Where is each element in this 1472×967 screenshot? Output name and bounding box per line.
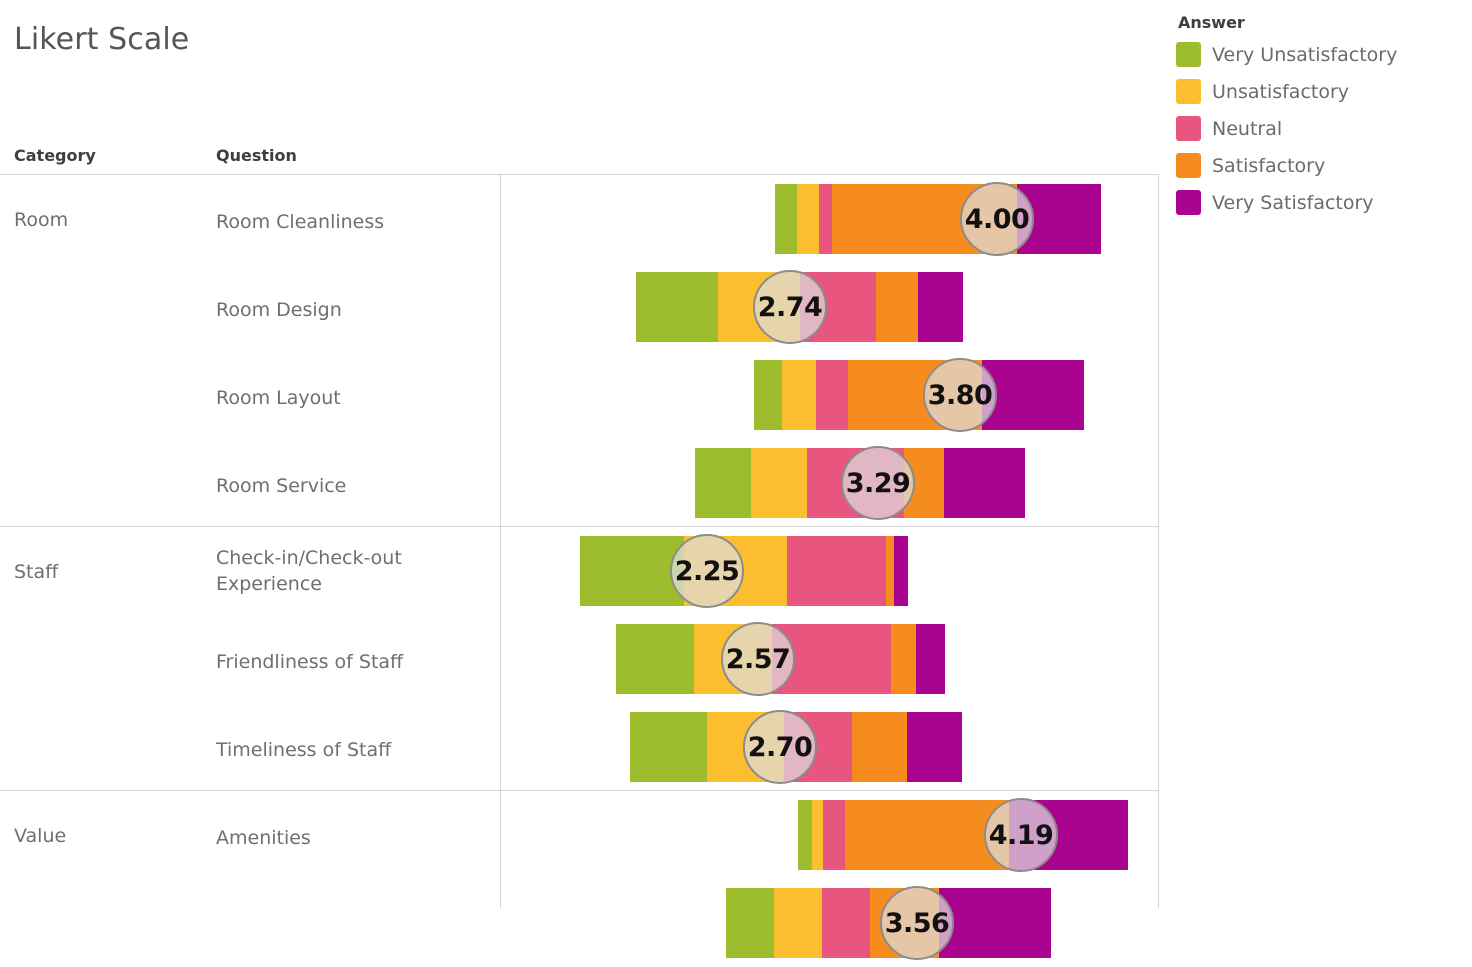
legend: Answer Very Unsatisfactory Unsatisfactory… <box>1176 13 1466 221</box>
bar-segment-neutral[interactable] <box>816 360 848 430</box>
bar-segment-very-satisfactory[interactable] <box>916 624 945 694</box>
plot-area-left-divider <box>500 174 501 908</box>
bar-segment-satisfactory[interactable] <box>852 712 907 782</box>
legend-swatch-icon <box>1176 153 1201 178</box>
stacked-bar[interactable] <box>775 184 1101 254</box>
column-header-category: Category <box>14 146 96 165</box>
legend-item[interactable]: Satisfactory <box>1176 147 1466 184</box>
bar-segment-very-satisfactory[interactable] <box>894 536 908 606</box>
table-row[interactable]: Timeliness of Staff 2.70 <box>0 703 1159 791</box>
table-row[interactable]: Room Layout 3.80 <box>0 351 1159 439</box>
bar-segment-neutral[interactable] <box>822 888 870 958</box>
legend-item-label: Very Satisfactory <box>1212 191 1374 214</box>
bar-segment-satisfactory[interactable] <box>886 536 894 606</box>
column-header-question: Question <box>216 146 297 165</box>
column-header-row: Category Question <box>0 146 1159 174</box>
legend-title: Answer <box>1178 13 1245 32</box>
bar-container: 4.00 <box>0 175 1159 263</box>
bar-segment-satisfactory[interactable] <box>891 624 916 694</box>
category-group: Staff Check-in/Check-out Experience 2.25 Fr… <box>0 527 1159 791</box>
score-bubble[interactable]: 2.74 <box>753 270 827 344</box>
bar-segment-very-unsatisfactory[interactable] <box>630 712 707 782</box>
bar-container: 2.25 <box>0 527 1159 615</box>
legend-item[interactable]: Very Unsatisfactory <box>1176 36 1466 73</box>
table-row[interactable]: 3.56 <box>0 879 1159 967</box>
bar-segment-unsatisfactory[interactable] <box>774 888 822 958</box>
bar-segment-neutral[interactable] <box>823 800 845 870</box>
legend-item[interactable]: Very Satisfactory <box>1176 184 1466 221</box>
bar-segment-very-unsatisfactory[interactable] <box>695 448 751 518</box>
bar-segment-unsatisfactory[interactable] <box>751 448 807 518</box>
score-bubble[interactable]: 3.56 <box>880 886 954 960</box>
legend-item-label: Satisfactory <box>1212 154 1326 177</box>
score-bubble[interactable]: 2.57 <box>721 622 795 696</box>
bar-container: 2.70 <box>0 703 1159 791</box>
bar-segment-very-unsatisfactory[interactable] <box>726 888 774 958</box>
legend-swatch-icon <box>1176 190 1201 215</box>
bar-segment-very-unsatisfactory[interactable] <box>754 360 782 430</box>
table-row[interactable]: Room Service 3.29 <box>0 439 1159 527</box>
bar-segment-unsatisfactory[interactable] <box>797 184 819 254</box>
legend-swatch-icon <box>1176 42 1201 67</box>
table-row[interactable]: Room Design 2.74 <box>0 263 1159 351</box>
score-bubble[interactable]: 2.25 <box>670 534 744 608</box>
bar-segment-very-satisfactory[interactable] <box>982 360 1084 430</box>
stacked-bar[interactable] <box>798 800 1128 870</box>
legend-item-label: Very Unsatisfactory <box>1212 43 1398 66</box>
bar-container: 4.19 <box>0 791 1159 879</box>
bar-container: 2.74 <box>0 263 1159 351</box>
bar-container: 3.80 <box>0 351 1159 439</box>
bar-segment-satisfactory[interactable] <box>876 272 918 342</box>
score-bubble[interactable]: 3.29 <box>841 446 915 520</box>
score-bubble[interactable]: 2.70 <box>743 710 817 784</box>
likert-table-body: Room Room Cleanliness 4.00 Room Design 2.74 R… <box>0 174 1159 960</box>
table-row[interactable]: Room Cleanliness 4.00 <box>0 175 1159 263</box>
bar-container: 3.56 <box>0 879 1159 967</box>
score-bubble[interactable]: 4.19 <box>984 798 1058 872</box>
score-bubble[interactable]: 4.00 <box>960 182 1034 256</box>
score-bubble[interactable]: 3.80 <box>923 358 997 432</box>
bar-segment-unsatisfactory[interactable] <box>812 800 823 870</box>
bar-segment-very-satisfactory[interactable] <box>939 888 1051 958</box>
page-title: Likert Scale <box>14 22 190 57</box>
legend-item[interactable]: Neutral <box>1176 110 1466 147</box>
bar-segment-neutral[interactable] <box>787 536 886 606</box>
legend-item-label: Unsatisfactory <box>1212 80 1350 103</box>
bar-segment-very-unsatisfactory[interactable] <box>616 624 694 694</box>
bar-segment-very-satisfactory[interactable] <box>918 272 963 342</box>
legend-item-list: Very Unsatisfactory Unsatisfactory Neutral… <box>1176 36 1466 221</box>
bar-segment-very-satisfactory[interactable] <box>907 712 962 782</box>
legend-item-label: Neutral <box>1212 117 1283 140</box>
legend-item[interactable]: Unsatisfactory <box>1176 73 1466 110</box>
table-row[interactable]: Amenities 4.19 <box>0 791 1159 879</box>
stacked-bar[interactable] <box>754 360 1084 430</box>
bar-segment-very-unsatisfactory[interactable] <box>580 536 684 606</box>
table-row[interactable]: Friendliness of Staff 2.57 <box>0 615 1159 703</box>
bar-segment-very-unsatisfactory[interactable] <box>798 800 812 870</box>
bar-segment-very-unsatisfactory[interactable] <box>775 184 797 254</box>
legend-swatch-icon <box>1176 116 1201 141</box>
bar-segment-very-unsatisfactory[interactable] <box>636 272 718 342</box>
plot-area-right-divider <box>1158 174 1159 908</box>
bar-container: 2.57 <box>0 615 1159 703</box>
stacked-bar[interactable] <box>580 536 908 606</box>
legend-swatch-icon <box>1176 79 1201 104</box>
category-group: Value Amenities 4.19 3.56 <box>0 791 1159 967</box>
bar-segment-neutral[interactable] <box>819 184 832 254</box>
bar-segment-very-satisfactory[interactable] <box>944 448 1025 518</box>
bar-segment-unsatisfactory[interactable] <box>782 360 816 430</box>
category-group: Room Room Cleanliness 4.00 Room Design 2.74 R… <box>0 175 1159 527</box>
table-row[interactable]: Check-in/Check-out Experience 2.25 <box>0 527 1159 615</box>
bar-container: 3.29 <box>0 439 1159 527</box>
